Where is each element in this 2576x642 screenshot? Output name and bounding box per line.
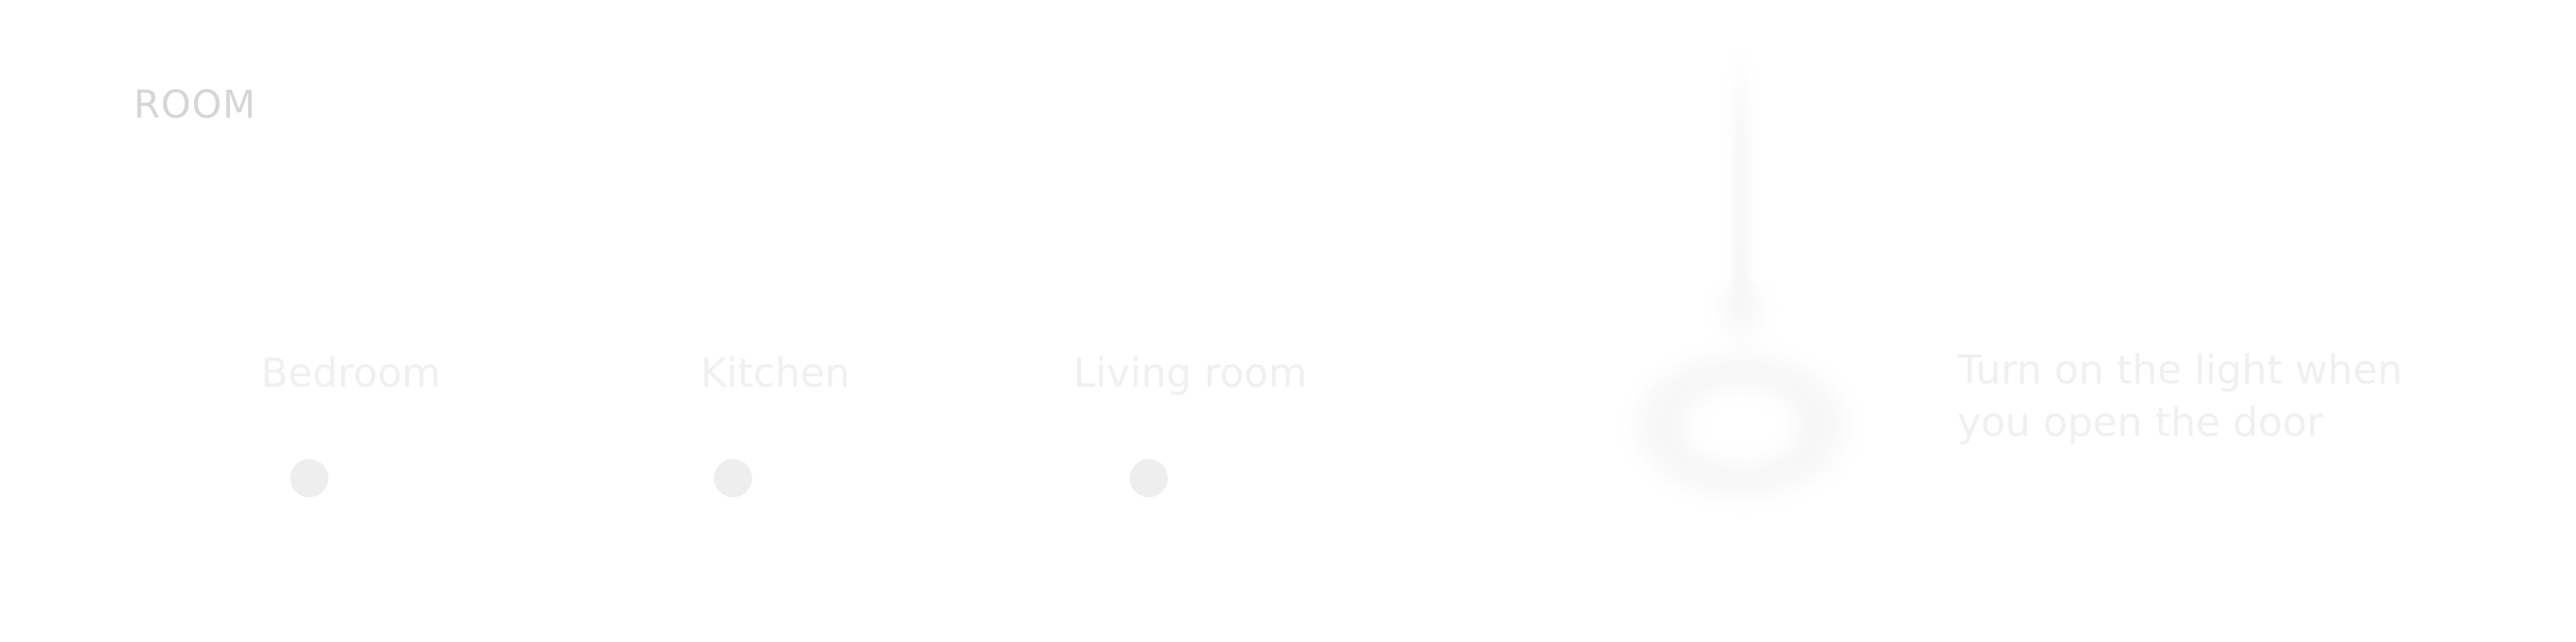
room-radio-bedroom[interactable] (290, 459, 328, 497)
room-label-bedroom: Bedroom (261, 350, 441, 396)
hint-line-1: Turn on the light when (1957, 347, 2403, 393)
section-title: ROOM (134, 83, 257, 127)
room-radio-living-room[interactable] (1130, 459, 1168, 497)
hint-line-2: you open the door (1957, 399, 2323, 446)
room-label-living-room: Living room (1073, 350, 1307, 396)
room-settings-panel: ROOM Bedroom Kitchen Living room Turn on… (0, 0, 2576, 642)
room-radio-kitchen[interactable] (714, 459, 752, 497)
room-label-kitchen: Kitchen (700, 350, 850, 396)
pendant-lamp-icon (1606, 48, 1876, 509)
hint-text: Turn on the light when you open the door (1957, 344, 2450, 449)
lamp-neck (1709, 286, 1773, 358)
lamp-cord (1733, 48, 1749, 318)
lamp-shade (1630, 350, 1852, 501)
